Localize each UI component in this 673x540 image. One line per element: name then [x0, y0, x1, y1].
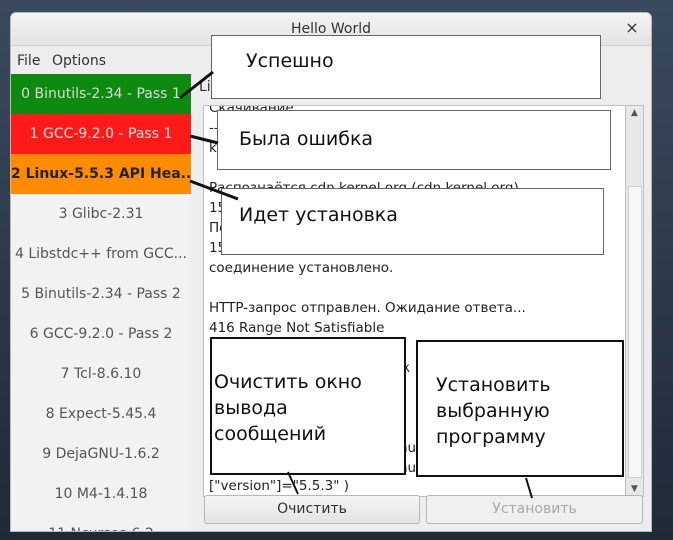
- scroll-down-icon[interactable]: ▼: [626, 484, 643, 494]
- list-item[interactable]: 0 Binutils-2.34 - Pass 1: [11, 74, 191, 114]
- log-line: соединение установлено.: [209, 260, 394, 276]
- callout-installing: Идет установка: [221, 188, 604, 255]
- log-line: HTTP-запрос отправлен. Ожидание ответа..…: [209, 300, 526, 316]
- callout-success: Успешно: [211, 35, 601, 99]
- menu-file[interactable]: File: [17, 53, 40, 69]
- scrollbar-thumb[interactable]: [628, 186, 642, 478]
- list-item[interactable]: 8 Expect-5.45.4: [11, 394, 191, 434]
- list-item[interactable]: 11 Ncurses-6.2: [11, 514, 191, 531]
- list-item[interactable]: 7 Tcl-8.6.10: [11, 354, 191, 394]
- list-item[interactable]: 2 Linux-5.5.3 API Hea...: [11, 154, 191, 194]
- list-item[interactable]: 3 Glibc-2.31: [11, 194, 191, 234]
- callout-error: Была ошибка: [217, 110, 611, 170]
- list-item[interactable]: 10 M4-1.4.18: [11, 474, 191, 514]
- list-item[interactable]: 5 Binutils-2.34 - Pass 2: [11, 274, 191, 314]
- callout-install-description: Установить выбранную программу: [416, 340, 624, 477]
- log-line: 416 Range Not Satisfiable: [209, 320, 385, 336]
- log-line: ["version"]="5.5.3" ): [209, 478, 350, 494]
- callout-clear-description: Очистить окно вывода сообщений: [210, 337, 406, 475]
- install-button[interactable]: Установить: [426, 495, 643, 524]
- clear-button[interactable]: Очистить: [204, 495, 420, 524]
- menu-options[interactable]: Options: [52, 53, 106, 69]
- list-item[interactable]: 9 DejaGNU-1.6.2: [11, 434, 191, 474]
- scroll-up-icon[interactable]: ▲: [626, 108, 643, 118]
- close-icon[interactable]: ×: [623, 19, 641, 37]
- list-item[interactable]: 6 GCC-9.2.0 - Pass 2: [11, 314, 191, 354]
- list-item[interactable]: 4 Libstdc++ from GCC...: [11, 234, 191, 274]
- list-item[interactable]: 1 GCC-9.2.0 - Pass 1: [11, 114, 191, 154]
- log-line: k: [209, 140, 217, 156]
- output-scrollbar[interactable]: ▲ ▼: [625, 105, 644, 497]
- package-list: 0 Binutils-2.34 - Pass 1 1 GCC-9.2.0 - P…: [11, 74, 191, 531]
